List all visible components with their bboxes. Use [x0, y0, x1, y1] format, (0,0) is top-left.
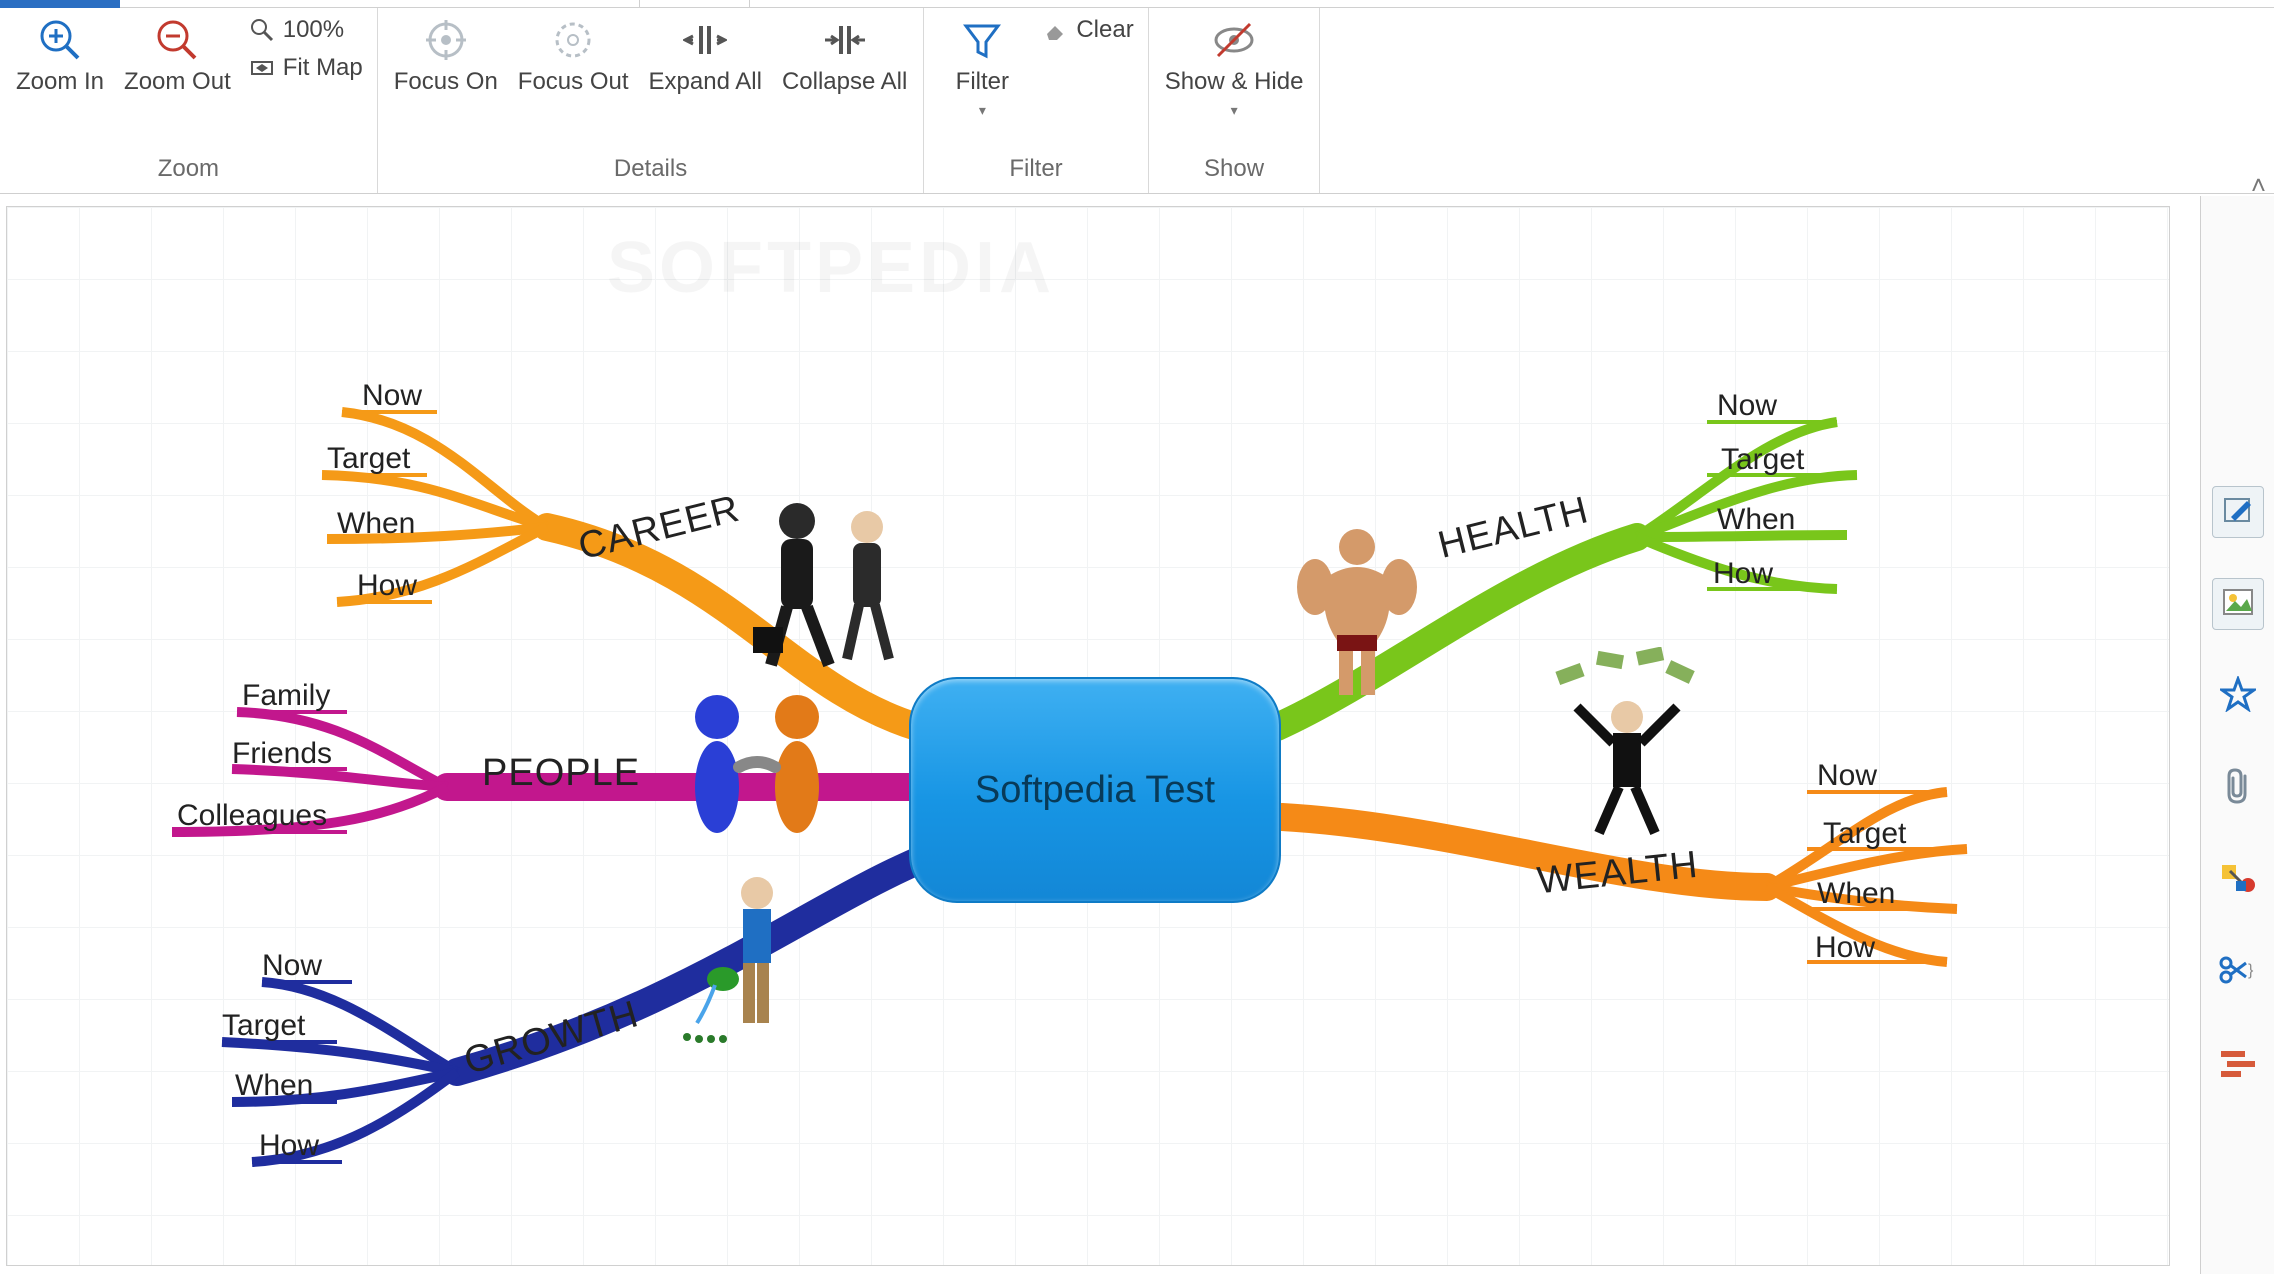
focus-out-label: Focus Out — [518, 68, 629, 96]
scissors-icon: } — [2218, 953, 2258, 992]
eye-slash-icon — [1212, 18, 1256, 62]
leaf-growth-1[interactable]: Target — [222, 1009, 305, 1043]
zoom-in-icon — [38, 18, 82, 62]
clipart-growth-gardener-icon — [677, 867, 817, 1067]
clear-filter-label: Clear — [1076, 16, 1133, 44]
leaf-wealth-3[interactable]: How — [1815, 931, 1875, 965]
side-layout-button[interactable] — [2212, 1038, 2264, 1090]
zoom-out-label: Zoom Out — [124, 68, 231, 96]
ribbon-group-show: Show & Hide ▾ Show — [1149, 8, 1321, 193]
chevron-down-icon: ▾ — [979, 102, 986, 119]
filter-label: Filter — [956, 68, 1009, 96]
ribbon-group-filter-label: Filter — [934, 149, 1137, 193]
leaf-people-0[interactable]: Family — [242, 679, 330, 713]
expand-all-button[interactable]: Expand All — [643, 14, 768, 100]
side-tag-button[interactable] — [2212, 854, 2264, 906]
clipart-health-muscle-icon — [1277, 517, 1437, 717]
mindmap-center-label: Softpedia Test — [975, 769, 1215, 812]
leaf-health-3[interactable]: How — [1713, 557, 1773, 591]
side-image-button[interactable] — [2212, 578, 2264, 630]
leaf-health-1[interactable]: Target — [1721, 443, 1804, 477]
clipart-people-handshake-icon — [667, 677, 847, 857]
active-tab-indicator — [0, 0, 120, 8]
leaf-people-1[interactable]: Friends — [232, 737, 332, 771]
show-hide-label: Show & Hide — [1165, 68, 1304, 96]
leaf-growth-2[interactable]: When — [235, 1069, 313, 1103]
leaf-people-2[interactable]: Colleagues — [177, 799, 327, 833]
leaf-career-1[interactable]: Target — [327, 442, 410, 476]
filter-button[interactable]: Filter ▾ — [934, 14, 1030, 123]
leaf-wealth-1[interactable]: Target — [1823, 817, 1906, 851]
side-star-button[interactable] — [2212, 670, 2264, 722]
ribbon-group-show-label: Show — [1159, 149, 1310, 193]
focus-on-label: Focus On — [394, 68, 498, 96]
zoom-in-button[interactable]: Zoom In — [10, 14, 110, 100]
layout-icon — [2219, 1047, 2257, 1082]
filter-icon — [960, 18, 1004, 62]
leaf-career-3[interactable]: How — [357, 569, 417, 603]
show-hide-button[interactable]: Show & Hide ▾ — [1159, 14, 1310, 123]
fit-map-button[interactable]: Fit Map — [245, 52, 367, 84]
star-icon — [2220, 676, 2256, 717]
ribbon: Zoom In Zoom Out 100% — [0, 8, 2274, 194]
eraser-icon — [1042, 17, 1068, 43]
focus-out-icon — [551, 18, 595, 62]
side-toolbar: } — [2200, 196, 2274, 1274]
zoom-level-button[interactable]: 100% — [245, 14, 367, 46]
fit-map-icon — [249, 55, 275, 81]
zoom-in-label: Zoom In — [16, 68, 104, 96]
focus-on-icon — [424, 18, 468, 62]
leaf-growth-3[interactable]: How — [259, 1129, 319, 1163]
leaf-wealth-0[interactable]: Now — [1817, 759, 1877, 793]
clear-filter-button[interactable]: Clear — [1038, 14, 1137, 46]
focus-out-button[interactable]: Focus Out — [512, 14, 635, 100]
leaf-career-2[interactable]: When — [337, 507, 415, 541]
mindmap-canvas[interactable]: SOFTPEDIA — [6, 206, 2170, 1266]
ribbon-group-zoom: Zoom In Zoom Out 100% — [0, 8, 378, 193]
chevron-down-icon: ▾ — [1231, 102, 1238, 119]
ribbon-group-details: Focus On Focus Out Expand All Collapse A… — [378, 8, 925, 193]
side-attachment-button[interactable] — [2212, 762, 2264, 814]
focus-on-button[interactable]: Focus On — [388, 14, 504, 100]
branch-label-people[interactable]: PEOPLE — [482, 752, 640, 795]
edit-icon — [2221, 493, 2255, 532]
expand-all-label: Expand All — [649, 68, 762, 96]
paperclip-icon — [2221, 766, 2255, 811]
leaf-growth-0[interactable]: Now — [262, 949, 322, 983]
svg-text:}: } — [2248, 962, 2254, 979]
ribbon-group-filter: Filter ▾ Clear Filter — [924, 8, 1148, 193]
mindmap-center-node[interactable]: Softpedia Test — [909, 677, 1281, 903]
zoom-level-value: 100% — [283, 16, 344, 44]
clipart-career-people-icon — [747, 487, 917, 687]
clipart-wealth-money-icon — [1537, 647, 1717, 847]
expand-all-icon — [683, 18, 727, 62]
ribbon-group-zoom-label: Zoom — [10, 149, 367, 193]
zoom-out-icon — [155, 18, 199, 62]
leaf-health-2[interactable]: When — [1717, 503, 1795, 537]
collapse-all-icon — [823, 18, 867, 62]
ribbon-group-details-label: Details — [388, 149, 914, 193]
leaf-wealth-2[interactable]: When — [1817, 877, 1895, 911]
fit-map-label: Fit Map — [283, 54, 363, 82]
tab-strip — [0, 0, 2274, 8]
zoom-out-button[interactable]: Zoom Out — [118, 14, 237, 100]
collapse-all-button[interactable]: Collapse All — [776, 14, 913, 100]
side-edit-button[interactable] — [2212, 486, 2264, 538]
image-icon — [2221, 585, 2255, 624]
leaf-career-0[interactable]: Now — [362, 379, 422, 413]
side-snip-button[interactable]: } — [2212, 946, 2264, 998]
collapse-all-label: Collapse All — [782, 68, 907, 96]
tag-shapes-icon — [2218, 861, 2258, 900]
magnifier-icon — [249, 17, 275, 43]
leaf-health-0[interactable]: Now — [1717, 389, 1777, 423]
